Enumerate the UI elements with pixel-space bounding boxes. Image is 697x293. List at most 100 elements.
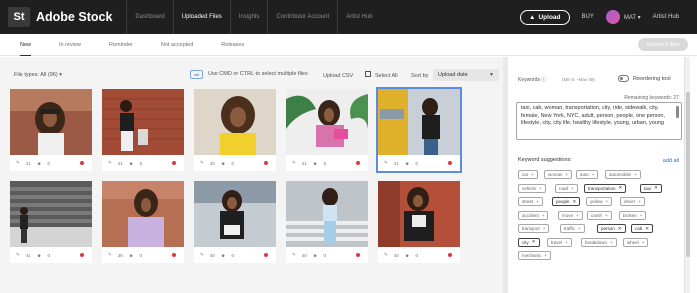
close-icon[interactable]: ✕	[573, 199, 577, 205]
keyword-chip[interactable]: car +	[518, 170, 538, 179]
keyword-chip[interactable]: yellow +	[586, 197, 613, 206]
plus-icon[interactable]: +	[571, 186, 574, 191]
thumbnail-photo[interactable]	[378, 181, 460, 247]
upload-button[interactable]: ▲ Upload	[520, 9, 570, 25]
thumbnail-photo[interactable]	[286, 181, 368, 247]
plus-icon[interactable]: +	[539, 186, 542, 191]
keyword-chip[interactable]: woman +	[544, 170, 573, 179]
tab-reminder[interactable]: Reminder	[109, 34, 133, 56]
submit-files-button[interactable]: Submit 8 files	[638, 38, 688, 51]
plus-icon[interactable]: +	[578, 226, 581, 231]
plus-icon[interactable]: +	[543, 226, 546, 231]
thumbnail-tile[interactable]: ✎ 41 ☻ 0	[102, 89, 184, 171]
plus-icon[interactable]: +	[531, 172, 534, 177]
close-icon[interactable]: ✕	[532, 239, 536, 245]
keyword-chip[interactable]: crash +	[587, 210, 612, 220]
reordering-toggle[interactable]	[618, 75, 629, 82]
keyword-chip[interactable]: city ✕	[518, 237, 540, 247]
keyword-chip[interactable]: breakdown +	[581, 237, 617, 247]
keyword-chip[interactable]: transportation ✕	[584, 183, 627, 193]
plus-icon[interactable]: +	[592, 172, 595, 177]
sort-select[interactable]: Upload date ▼	[433, 69, 499, 81]
keyword-chip[interactable]: traffic +	[560, 224, 585, 233]
thumbnail-photo[interactable]	[10, 89, 92, 155]
thumbnail-tile[interactable]: ✎ 40 ☻ 0	[378, 181, 460, 263]
select-all-label[interactable]: Select All	[375, 73, 398, 79]
plus-icon[interactable]: +	[576, 213, 579, 218]
thumbnail-photo[interactable]	[102, 89, 184, 155]
plus-icon[interactable]: +	[606, 199, 609, 204]
keyword-chip[interactable]: move +	[558, 210, 583, 220]
brand-name[interactable]: Adobe Stock	[36, 10, 112, 24]
plus-icon[interactable]: +	[536, 199, 539, 204]
keyword-chip[interactable]: road +	[555, 183, 578, 193]
nav-artist-hub[interactable]: Artist Hub	[337, 0, 380, 34]
keyword-chip[interactable]: transport +	[518, 224, 550, 233]
keyword-chip[interactable]: vehicle +	[518, 183, 546, 193]
file-types-filter[interactable]: File types: All (96) ▾	[14, 72, 62, 78]
keyword-chip[interactable]: automobile +	[605, 170, 641, 179]
plus-icon[interactable]: +	[566, 172, 569, 177]
keyword-chip[interactable]: mechanic +	[518, 251, 551, 260]
nav-insights[interactable]: Insights	[229, 0, 268, 34]
thumbnail-tile[interactable]: ✎ 40 ☻ 0	[194, 89, 276, 171]
keyword-chip[interactable]: auto +	[576, 170, 599, 179]
user-menu[interactable]: MAT ▾	[624, 14, 641, 21]
keywords-textarea[interactable]: taxi, cab, woman, transportation, city, …	[516, 102, 682, 140]
thumbnail-photo[interactable]	[194, 89, 276, 155]
keyword-chip[interactable]: person ✕	[597, 224, 626, 233]
plus-icon[interactable]: +	[634, 172, 637, 177]
avatar[interactable]	[605, 10, 620, 24]
plus-icon[interactable]: +	[544, 253, 547, 258]
textarea-scrollbar[interactable]	[676, 106, 679, 118]
keyword-chip[interactable]: wheel +	[623, 237, 649, 247]
keyword-chip[interactable]: people ✕	[552, 197, 581, 206]
buy-link[interactable]: BUY	[582, 14, 594, 20]
tab-not-accepted[interactable]: Not accepted	[161, 34, 193, 56]
keyword-chip[interactable]: accident +	[518, 210, 549, 220]
close-icon[interactable]: ✕	[645, 226, 649, 232]
keyword-chip[interactable]: broken +	[619, 210, 647, 220]
panel-scrollbar[interactable]	[684, 57, 690, 293]
keyword-chip[interactable]: travel +	[547, 237, 572, 247]
thumbnail-tile[interactable]: ✎ 41 ☻ 0	[376, 87, 462, 173]
close-icon[interactable]: ✕	[619, 185, 623, 191]
nav-dashboard[interactable]: Dashboard	[126, 0, 172, 34]
adobe-stock-logo[interactable]: St	[8, 7, 30, 27]
close-icon[interactable]: ✕	[618, 226, 622, 232]
thumbnail-tile[interactable]: ✎ 40 ☻ 0	[194, 181, 276, 263]
tab-in-review[interactable]: In review	[59, 34, 81, 56]
nav-contributor-account[interactable]: Contributor Account	[267, 0, 337, 34]
thumbnail-photo[interactable]	[10, 181, 92, 247]
plus-icon[interactable]: +	[642, 240, 645, 245]
plus-icon[interactable]: +	[610, 240, 613, 245]
thumbnail-tile[interactable]: ✎ 36 ☻ 0	[102, 181, 184, 263]
plus-icon[interactable]: +	[565, 240, 568, 245]
select-all-checkbox[interactable]	[365, 71, 371, 77]
tab-releases[interactable]: Releases	[221, 34, 244, 56]
thumbnail-tile[interactable]: ✎ 40 ☻ 0	[286, 181, 368, 263]
thumbnail-photo[interactable]	[194, 181, 276, 247]
plus-icon[interactable]: +	[640, 213, 643, 218]
plus-icon[interactable]: +	[605, 213, 608, 218]
scrollbar-thumb[interactable]	[686, 92, 690, 257]
plus-icon[interactable]: +	[638, 199, 641, 204]
thumbnail-tile[interactable]: ✎ 41 ☻ 0	[10, 89, 92, 171]
thumbnail-tile[interactable]: ✎ 41 ☻ 0	[286, 89, 368, 171]
keyword-chip[interactable]: street +	[518, 197, 543, 206]
keyword-chip[interactable]: driver +	[620, 197, 645, 206]
tab-new[interactable]: New	[20, 34, 32, 56]
info-icon[interactable]: ⓘ	[541, 77, 546, 83]
thumbnail-photo[interactable]	[378, 89, 460, 155]
thumbnail-tile[interactable]: ✎ 41 ☻ 0	[10, 181, 92, 263]
thumbnail-photo[interactable]	[102, 181, 184, 247]
nav-uploaded-files[interactable]: Uploaded Files	[172, 0, 230, 34]
keyword-chip[interactable]: taxi ✕	[640, 183, 662, 193]
language-link[interactable]: Artist Hub	[653, 14, 679, 20]
add-all-link[interactable]: add all	[663, 158, 679, 164]
thumbnail-photo[interactable]	[286, 89, 368, 155]
close-icon[interactable]: ✕	[654, 185, 658, 191]
upload-csv-link[interactable]: Upload CSV	[323, 73, 353, 79]
keyword-chip[interactable]: cab ✕	[631, 224, 654, 233]
plus-icon[interactable]: +	[542, 213, 545, 218]
